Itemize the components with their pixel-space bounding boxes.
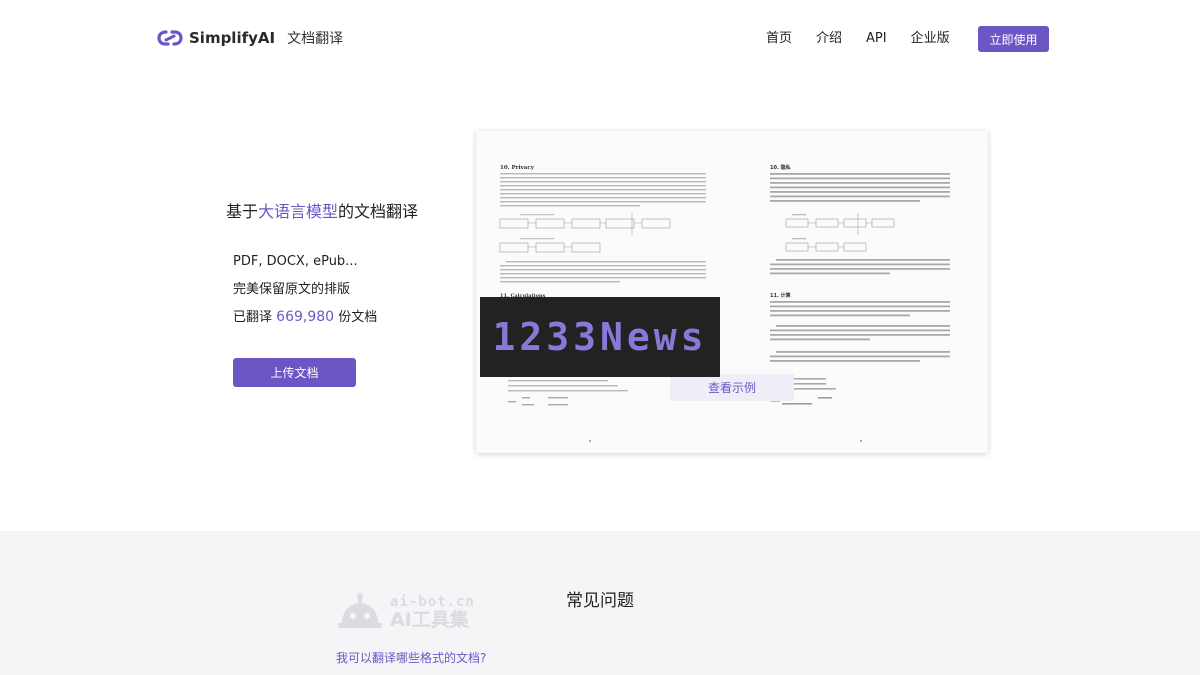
view-example-button[interactable]: 查看示例 — [670, 374, 794, 401]
supported-formats: PDF, DOCX, ePub... — [233, 254, 358, 269]
nav-api[interactable]: API — [866, 26, 887, 52]
hero-title: 基于大语言模型的文档翻译 — [226, 198, 418, 222]
watermark-text: 1233News — [492, 315, 708, 359]
translated-count: 669,980 — [276, 309, 335, 325]
translated-prefix: 已翻译 — [233, 310, 273, 325]
main-nav: 首页 介绍 API 企业版 — [766, 26, 974, 52]
watermark-overlay: 1233News — [480, 297, 720, 377]
translated-counter: 已翻译 669,980 份文档 — [233, 307, 377, 335]
site-name: AI工具集 — [390, 608, 469, 631]
right-heading-privacy: 10. 隐私 — [770, 164, 791, 171]
nav-home[interactable]: 首页 — [766, 26, 792, 52]
nav-intro[interactable]: 介绍 — [816, 26, 842, 52]
brand-logo[interactable]: SimplifyAI 文档翻译 — [157, 28, 343, 48]
top-header: SimplifyAI 文档翻译 首页 介绍 API 企业版 立即使用 — [0, 0, 1200, 78]
right-heading-calculations: 11. 计算 — [770, 292, 791, 299]
start-now-button[interactable]: 立即使用 — [978, 26, 1049, 52]
hero-title-prefix: 基于 — [226, 202, 259, 221]
feature-list: PDF, DOCX, ePub... 完美保留原文的排版 已翻译 669,980… — [233, 252, 377, 335]
translated-suffix: 份文档 — [338, 310, 378, 325]
faq-question-formats[interactable]: 我可以翻译哪些格式的文档? — [336, 649, 486, 666]
hero-title-suffix: 的文档翻译 — [338, 202, 419, 221]
original-page-render: 10. Privacy 11. Calculations — [499, 165, 706, 442]
brand-name: SimplifyAI — [189, 29, 276, 47]
upload-document-button[interactable]: 上传文档 — [233, 358, 356, 387]
left-heading-privacy: 10. Privacy — [500, 165, 535, 171]
translated-document-page: 10. 隐私 11. 计算 — [732, 131, 988, 453]
nav-enterprise[interactable]: 企业版 — [911, 26, 950, 52]
translation-preview: 10. Privacy 11. Calculations 10. 隐私 11. … — [476, 131, 988, 453]
infinity-link-icon — [157, 30, 183, 46]
faq-title: 常见问题 — [566, 591, 634, 611]
translated-page-render: 10. 隐私 11. 计算 — [770, 164, 950, 442]
original-document-page: 10. Privacy 11. Calculations — [476, 131, 732, 453]
brand-subtitle: 文档翻译 — [287, 31, 344, 47]
faq-section: ai-bot.cn AI工具集 常见问题 我可以翻译哪些格式的文档? — [0, 531, 1200, 675]
layout-preservation-note: 完美保留原文的排版 — [233, 281, 351, 297]
hero-title-accent: 大语言模型 — [258, 202, 339, 221]
